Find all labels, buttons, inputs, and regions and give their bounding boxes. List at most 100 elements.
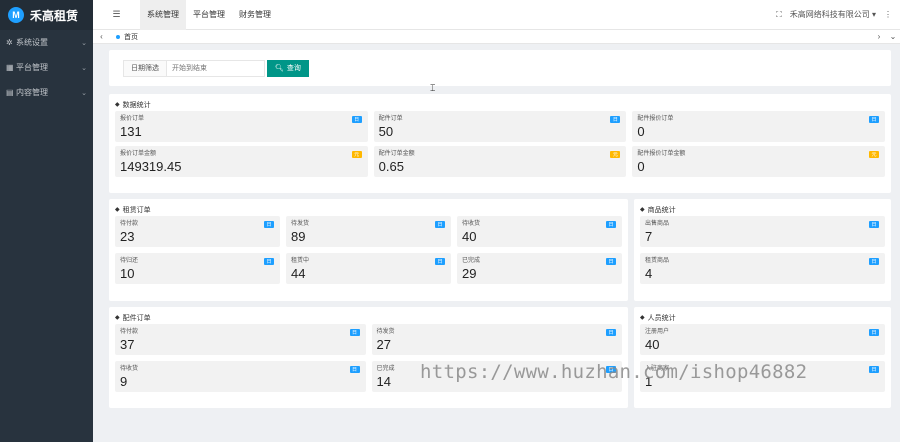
stat-card[interactable]: 待付款 23 日 [115, 216, 280, 247]
panel-title-text: 配件订单 [122, 314, 151, 322]
parts-orders-panel: ◆ 配件订单 待付款 37 日 待发货 27 日 待收货 9 日 已完成 14 日 [109, 307, 628, 408]
panel-title: ◆ 人员统计 [640, 311, 885, 324]
tab-scroll-right-icon[interactable]: › [872, 32, 886, 41]
menu-toggle-icon[interactable]: ☰ [93, 0, 140, 30]
sidebar-item-content[interactable]: ▤ 内容管理 ⌄ [0, 80, 93, 105]
stat-value: 0 [637, 159, 645, 174]
period-badge: 日 [351, 116, 362, 123]
folder-icon: ▤ [6, 88, 14, 97]
panel-title-text: 租赁订单 [122, 206, 151, 214]
more-icon[interactable]: ⋮ [884, 10, 892, 19]
period-badge: 日 [349, 366, 360, 373]
page-tabbar: ‹ 首页 › ⌄ [93, 30, 900, 44]
top-tab-platform[interactable]: 平台管理 [186, 0, 232, 30]
chevron-down-icon: ⌄ [81, 64, 87, 72]
top-tab-finance[interactable]: 财务管理 [232, 0, 278, 30]
period-badge: 日 [869, 366, 879, 373]
stats-icon: ◆ [640, 207, 645, 213]
sidebar-item-label: 平台管理 [16, 63, 48, 72]
stats-icon: ◆ [115, 207, 120, 213]
tab-home[interactable]: 首页 [110, 32, 144, 42]
stat-label: 待发货 [291, 221, 310, 227]
stat-card[interactable]: 待发货 27 日 [371, 324, 622, 355]
panel-title: ◆ 商品统计 [640, 203, 885, 216]
panel-title: ◆ 配件订单 [115, 311, 622, 324]
main-content: 日期筛选 🔍︎ 查询 ◆ 数据统计 报价订单 131 日 配件订单 50 日 配件报价订… [93, 44, 900, 442]
stat-value: 50 [378, 124, 394, 139]
active-dot-icon [116, 34, 120, 39]
logo-text: 禾高租赁 [30, 8, 79, 23]
stat-card[interactable]: 报价订单 131 日 [115, 111, 368, 142]
stat-label: 配件订单 [378, 116, 403, 122]
logo[interactable]: M 禾高租赁 [0, 0, 93, 30]
logo-icon: M [8, 7, 24, 23]
period-badge: 日 [869, 116, 879, 123]
cursor-icon: ⌶ [430, 83, 436, 93]
stat-label: 租赁中 [291, 258, 310, 264]
chevron-down-icon: ⌄ [81, 39, 87, 47]
stat-card[interactable]: 已完成 29 日 [457, 253, 622, 284]
period-badge: 日 [606, 221, 616, 228]
stat-value: 7 [645, 229, 653, 244]
period-badge: 日 [435, 258, 445, 265]
stat-card[interactable]: 入驻商家 1 日 [640, 361, 885, 392]
stats-icon: ◆ [115, 102, 120, 108]
stat-card[interactable]: 待归还 10 日 [115, 253, 280, 284]
panel-icon: ▦ [6, 63, 14, 72]
chevron-down-icon: ⌄ [81, 89, 87, 97]
tab-home-label: 首页 [124, 33, 138, 41]
sidebar-item-label: 系统设置 [16, 38, 48, 47]
stat-label: 配件报价订单金额 [637, 151, 686, 157]
stat-card[interactable]: 配件订单 50 日 [373, 111, 627, 142]
stat-value: 23 [120, 229, 135, 244]
stat-value: 1 [645, 374, 653, 389]
stat-label: 待付款 [120, 221, 139, 227]
date-range-input[interactable] [167, 59, 265, 77]
fullscreen-icon[interactable]: ⛶ [776, 10, 782, 20]
tab-menu-icon[interactable]: ⌄ [886, 32, 900, 41]
stat-card[interactable]: 租赁商品 4 日 [640, 253, 885, 284]
sidebar-item-platform[interactable]: ▦ 平台管理 ⌄ [0, 55, 93, 80]
stat-card[interactable]: 注册用户 40 日 [640, 324, 885, 355]
stat-value: 0 [637, 124, 645, 139]
stat-card[interactable]: 待付款 37 日 [115, 324, 366, 355]
stat-card[interactable]: 配件报价订单 0 日 [632, 111, 885, 142]
period-badge: 日 [435, 221, 445, 228]
stat-card[interactable]: 出售商品 7 日 [640, 216, 885, 247]
sidebar-item-system-settings[interactable]: ✲ 系统设置 ⌄ [0, 30, 93, 55]
stat-value: 89 [291, 229, 306, 244]
period-badge: 日 [606, 329, 616, 336]
panel-title-text: 人员统计 [647, 314, 676, 322]
stat-card[interactable]: 报价订单金额 149319.45 元 [115, 146, 368, 177]
stat-card[interactable]: 配件报价订单金额 0 元 [632, 146, 885, 177]
stat-label: 已完成 [462, 258, 481, 264]
period-badge: 日 [264, 221, 274, 228]
stat-value: 27 [376, 337, 391, 352]
stat-label: 租赁商品 [645, 258, 670, 264]
period-badge: 日 [869, 221, 879, 228]
stat-label: 入驻商家 [645, 366, 670, 372]
top-header: ☰ 系统管理 平台管理 财务管理 ⛶ 禾高网络科技有限公司 ▾ ⋮ [93, 0, 900, 30]
stat-value: 0.65 [378, 159, 404, 174]
currency-badge: 元 [610, 151, 621, 158]
tab-scroll-left-icon[interactable]: ‹ [93, 32, 110, 41]
stat-label: 待收货 [462, 221, 481, 227]
stat-card[interactable]: 已完成 14 日 [371, 361, 622, 392]
stats-icon: ◆ [115, 315, 120, 321]
period-badge: 日 [264, 258, 274, 265]
top-tab-system[interactable]: 系统管理 [140, 0, 186, 30]
stat-card[interactable]: 待发货 89 日 [286, 216, 451, 247]
panel-title: ◆ 数据统计 [115, 98, 885, 111]
stat-card[interactable]: 配件订单金额 0.65 元 [373, 146, 627, 177]
user-menu[interactable]: 禾高网络科技有限公司 ▾ [790, 9, 876, 20]
stat-label: 已完成 [376, 366, 395, 372]
stat-card[interactable]: 待收货 9 日 [115, 361, 366, 392]
stat-label: 出售商品 [645, 221, 670, 227]
search-icon: 🔍︎ [275, 65, 284, 72]
user-stats-panel: ◆ 人员统计 注册用户 40 日 入驻商家 1 日 [634, 307, 891, 408]
query-button[interactable]: 🔍︎ 查询 [267, 59, 309, 77]
stat-card[interactable]: 待收货 40 日 [457, 216, 622, 247]
currency-badge: 元 [869, 151, 879, 158]
stat-card[interactable]: 租赁中 44 日 [286, 253, 451, 284]
rent-orders-panel: ◆ 租赁订单 待付款 23 日 待发货 89 日 待收货 40 日 待归还 10 日 租赁中 44… [109, 199, 628, 301]
